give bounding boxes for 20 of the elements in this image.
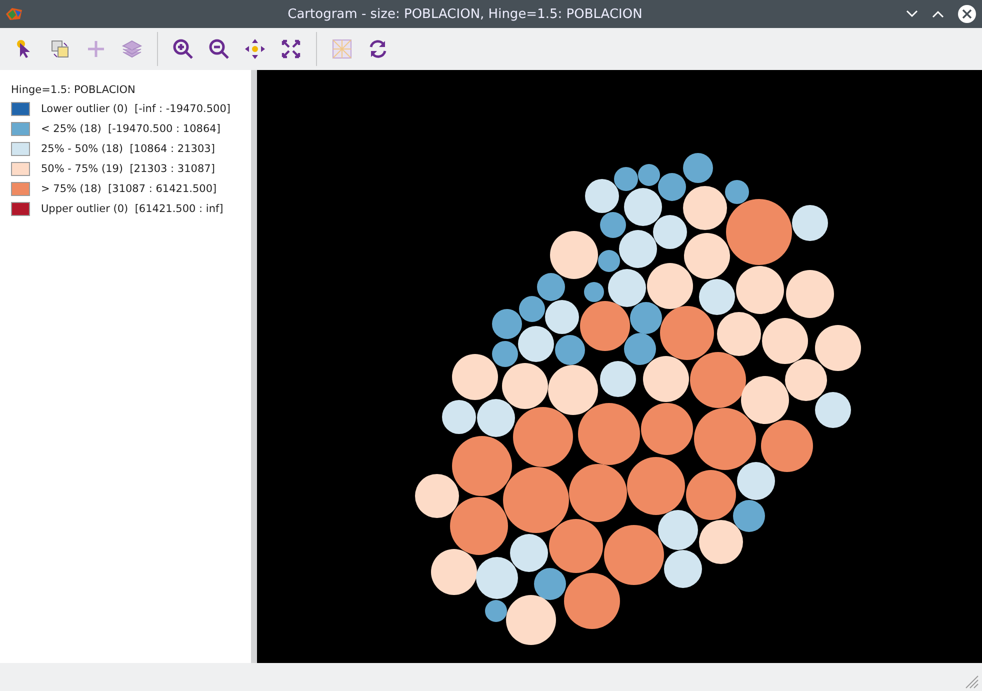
legend-title: Hinge=1.5: POBLACION bbox=[11, 84, 136, 96]
window-title: Cartogram - size: POBLACION, Hinge=1.5: POBLACION bbox=[286, 6, 644, 22]
refresh-icon[interactable] bbox=[367, 38, 389, 60]
legend-label: Upper outlier (0) [61421.500 : inf] bbox=[41, 203, 224, 215]
zoom-in-icon[interactable] bbox=[172, 38, 194, 60]
zoom-out-icon[interactable] bbox=[208, 38, 230, 60]
resize-grip-icon[interactable] bbox=[963, 673, 979, 689]
copy-layer-icon[interactable] bbox=[49, 38, 71, 60]
pan-icon[interactable] bbox=[244, 38, 266, 60]
minimize-icon[interactable] bbox=[906, 10, 918, 18]
maximize-icon[interactable] bbox=[932, 10, 944, 18]
app-logo-icon bbox=[4, 6, 24, 22]
legend-label: > 75% (18) [31087 : 61421.500] bbox=[41, 183, 217, 195]
legend-label: 25% - 50% (18) [10864 : 21303] bbox=[41, 143, 215, 155]
close-icon[interactable] bbox=[958, 5, 976, 23]
fit-extent-icon[interactable] bbox=[280, 38, 302, 60]
legend-label: Lower outlier (0) [-inf : -19470.500] bbox=[41, 103, 231, 115]
legend-label: 50% - 75% (19) [21303 : 31087] bbox=[41, 163, 215, 175]
legend-label: < 25% (18) [-19470.500 : 10864] bbox=[41, 123, 220, 135]
layers-icon[interactable] bbox=[121, 38, 143, 60]
